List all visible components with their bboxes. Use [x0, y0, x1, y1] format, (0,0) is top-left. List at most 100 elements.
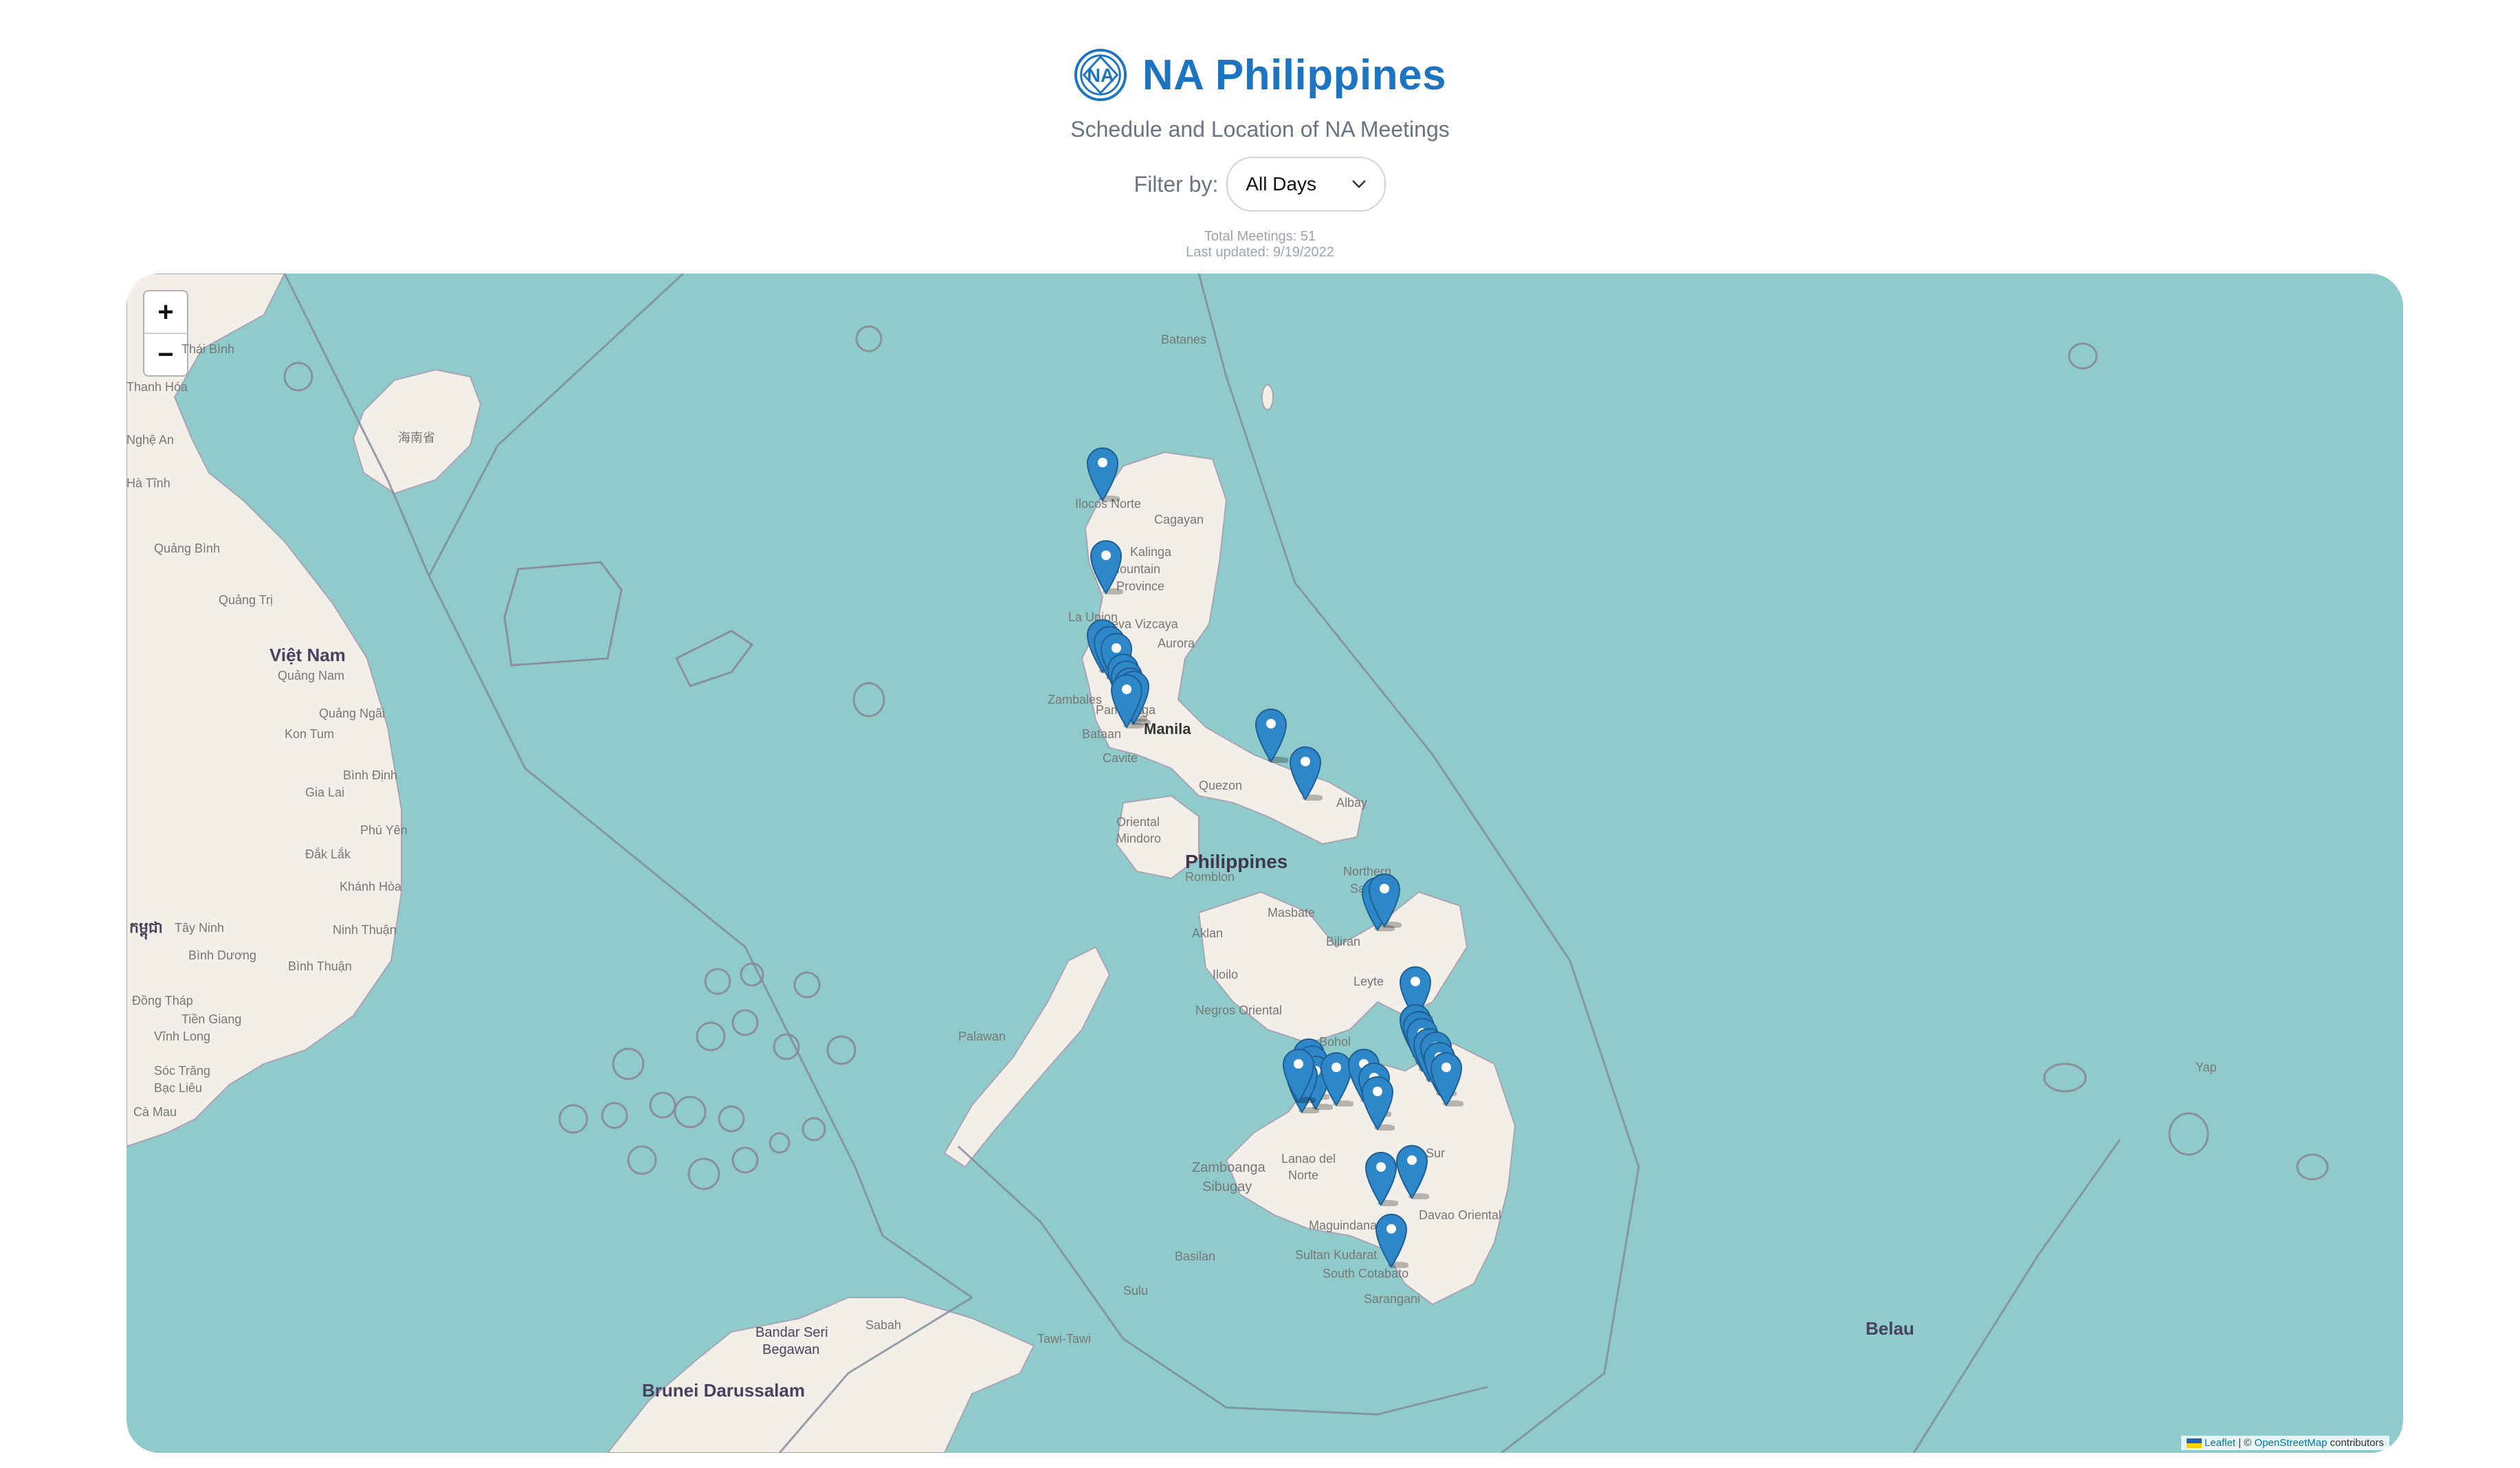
map-marker-icon[interactable] [1085, 445, 1120, 502]
label-vietnam: Việt Nam [269, 645, 346, 665]
label-masbate: Masbate [1268, 906, 1316, 920]
ukraine-flag-icon [2186, 1438, 2202, 1449]
zoom-control: + − [143, 290, 188, 377]
island [1261, 384, 1274, 410]
label-albay: Albay [1336, 796, 1368, 810]
filter-row: Filter by: All Days [0, 157, 2520, 212]
label-sulu: Sulu [1123, 1284, 1149, 1298]
filter-label: Filter by: [1134, 171, 1219, 197]
label-phuyen: Phú Yên [360, 823, 408, 837]
label-daklak: Đắk Lắk [305, 847, 351, 861]
label-soctrang: Sóc Trăng [154, 1064, 211, 1078]
label-gialai: Gia Lai [305, 786, 345, 799]
island [852, 682, 885, 718]
label-cambodia: កម្ពុជា [129, 919, 163, 936]
chevron-down-icon [1352, 180, 1367, 188]
label-cagayan: Cagayan [1154, 513, 1204, 526]
borneo-land [606, 1297, 1035, 1453]
label-maguindanao: Maguindanao [1309, 1219, 1384, 1232]
label-batanes: Batanes [1161, 333, 1207, 346]
label-bandar: Bandar Seri [755, 1325, 828, 1340]
label-yap: Yap [2196, 1060, 2217, 1074]
label-sarangani: Sarangani [1364, 1292, 1421, 1306]
label-thanhhoa: Thanh Hóa [126, 380, 188, 394]
label-oriental: Oriental [1116, 815, 1160, 829]
leaflet-link[interactable]: Leaflet [2204, 1437, 2235, 1449]
island [2168, 1112, 2209, 1156]
label-province: Province [1116, 579, 1165, 593]
label-belau: Belau [1866, 1318, 1914, 1339]
label-cavite: Cavite [1103, 751, 1138, 765]
label-kalinga: Kalinga [1130, 545, 1172, 559]
label-vinhlong: Vĩnh Long [154, 1030, 211, 1043]
meetings-map[interactable]: + − Việt Nam Philippines Manila Belau Br… [126, 274, 2403, 1453]
page-title: NA Philippines [1142, 51, 1447, 99]
island [855, 325, 883, 353]
island [503, 561, 623, 667]
attribution-tail: contributors [2327, 1437, 2384, 1449]
label-nghean: Nghệ An [126, 433, 175, 447]
label-quezon: Quezon [1199, 779, 1243, 792]
label-iloilo: Iloilo [1213, 968, 1239, 981]
label-tiengiang: Tiền Giang [181, 1012, 242, 1026]
label-sultan: Sultan Kudarat [1295, 1248, 1378, 1262]
label-mindoro: Mindoro [1116, 832, 1162, 845]
label-manila: Manila [1144, 720, 1191, 737]
total-meetings: Total Meetings: 51 [1204, 229, 1316, 244]
day-filter-select[interactable]: All Days [1226, 157, 1386, 212]
label-bataan: Bataan [1082, 727, 1122, 741]
palawan-land [943, 946, 1111, 1168]
label-sabah: Sabah [865, 1318, 902, 1332]
label-palawan: Palawan [958, 1030, 1006, 1043]
label-hainan: 海南省 [398, 431, 435, 445]
label-kontum: Kon Tum [285, 727, 335, 741]
zoom-out-button[interactable]: − [144, 334, 187, 375]
map-marker-icon[interactable] [1360, 1074, 1395, 1131]
label-aurora: Aurora [1158, 636, 1195, 650]
label-negros: Negros Oriental [1195, 1003, 1283, 1017]
label-quangnam: Quảng Nam [278, 669, 345, 682]
map-marker-icon[interactable] [1288, 744, 1323, 801]
map-marker-icon[interactable] [1281, 1047, 1316, 1103]
label-biliran: Biliran [1326, 935, 1361, 948]
label-zambales: Zambales [1048, 693, 1103, 707]
map-marker-icon[interactable] [1364, 1150, 1398, 1206]
map-marker-icon[interactable] [1254, 707, 1288, 763]
island [2043, 1063, 2087, 1093]
island [674, 630, 754, 687]
map-attribution: Leaflet | © OpenStreetMap contributors [2180, 1436, 2389, 1450]
label-davao: Davao Oriental [1419, 1208, 1502, 1222]
label-southcot: South Cotabato [1323, 1267, 1409, 1280]
svg-text:NA: NA [1087, 65, 1114, 86]
label-zamboanga: Zamboanga [1192, 1160, 1265, 1175]
island [283, 362, 313, 392]
map-marker-icon[interactable] [1395, 1143, 1429, 1199]
map-marker-icon[interactable] [1429, 1050, 1463, 1106]
label-begawan: Begawan [762, 1342, 820, 1357]
label-baclieu: Bạc Liêu [154, 1081, 203, 1095]
attribution-separator: | © [2235, 1437, 2255, 1449]
label-binhduong: Bình Dương [188, 948, 256, 962]
label-basilan: Basilan [1175, 1249, 1216, 1263]
island [2068, 342, 2098, 370]
label-tawitawi: Tawi-Tawi [1037, 1332, 1092, 1346]
map-marker-icon[interactable] [1367, 871, 1402, 928]
label-norte: Norte [1288, 1168, 1319, 1182]
label-thaibinh: Thái Bình [181, 342, 235, 356]
osm-link[interactable]: OpenStreetMap [2255, 1437, 2328, 1449]
zoom-in-button[interactable]: + [144, 291, 187, 334]
label-brunei: Brunei Darussalam [642, 1380, 805, 1401]
label-quangbinh: Quảng Bình [154, 542, 221, 555]
label-camau: Cà Mau [133, 1105, 177, 1119]
last-updated: Last updated: 9/19/2022 [1186, 245, 1334, 260]
page-subtitle: Schedule and Location of NA Meetings [1070, 117, 1450, 142]
map-marker-icon[interactable] [1374, 1212, 1408, 1268]
label-quangtri: Quảng Trị [219, 593, 274, 607]
label-aklan: Aklan [1192, 926, 1224, 940]
label-leyte: Leyte [1353, 975, 1384, 988]
label-lanao: Lanao del [1281, 1152, 1336, 1166]
map-marker-icon[interactable] [1109, 672, 1144, 729]
label-sibugay: Sibugay [1202, 1179, 1252, 1194]
map-marker-icon[interactable] [1089, 538, 1123, 594]
label-binhthuan: Bình Thuận [288, 959, 352, 973]
